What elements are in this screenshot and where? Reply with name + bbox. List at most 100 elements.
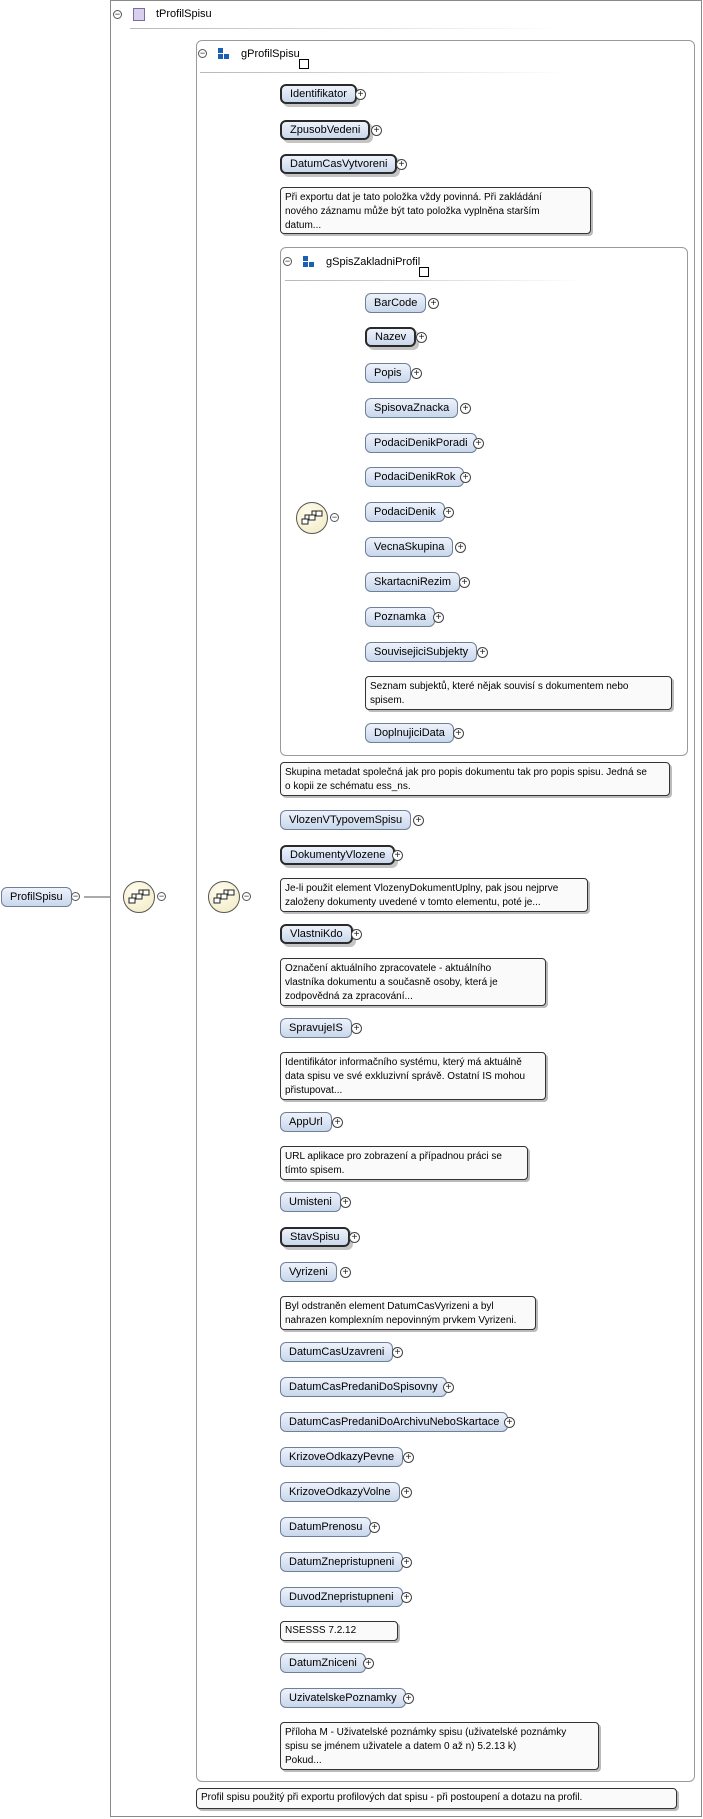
expand-icon[interactable]: +: [340, 1197, 351, 1208]
expand-icon[interactable]: +: [340, 1267, 351, 1278]
doc-line: spisu se jménem uživatele a datem 0 až n…: [285, 1741, 517, 1752]
element-AppUrl[interactable]: AppUrl: [280, 1112, 332, 1132]
expand-icon[interactable]: +: [428, 298, 439, 309]
element-PodaciDenikPoradi[interactable]: PodaciDenikPoradi: [365, 433, 477, 453]
element-PodaciDenik[interactable]: PodaciDenik: [365, 502, 445, 522]
element-DatumPrenosu[interactable]: DatumPrenosu: [280, 1517, 372, 1537]
expand-icon[interactable]: +: [369, 1522, 380, 1533]
element-DuvodZnepristupneni[interactable]: DuvodZnepristupneni: [280, 1587, 403, 1607]
expand-icon[interactable]: +: [413, 815, 424, 826]
element-DatumCasPredaniDoSpisovny[interactable]: DatumCasPredaniDoSpisovny: [280, 1377, 447, 1397]
expand-icon[interactable]: +: [460, 472, 471, 483]
collapse-toggle-icon[interactable]: −: [330, 513, 339, 522]
expand-icon[interactable]: +: [401, 1592, 412, 1603]
doc-line: o kopii ze schématu ess_ns.: [285, 781, 411, 792]
doc-line: Pokud...: [285, 1755, 322, 1766]
documentation-DatumCasVytvoreni: Při exportu dat je tato položka vždy pov…: [280, 187, 591, 234]
expand-icon[interactable]: +: [433, 612, 444, 623]
expand-icon[interactable]: +: [460, 403, 471, 414]
element-UzivatelskePoznamky[interactable]: UzivatelskePoznamky: [280, 1688, 406, 1708]
expand-icon[interactable]: +: [473, 438, 484, 449]
collapse-toggle-icon[interactable]: −: [198, 49, 207, 58]
collapse-toggle-icon[interactable]: −: [157, 892, 166, 901]
documentation-UzivatelskePoznamky: Příloha M - Uživatelské poznámky spisu (…: [280, 1722, 599, 1770]
collapse-toggle-icon[interactable]: −: [242, 892, 251, 901]
element-ZpusobVedeni[interactable]: ZpusobVedeni: [280, 120, 371, 140]
doc-line: Seznam subjektů, které nějak souvisí s d…: [370, 681, 629, 692]
element-SpravujeIS[interactable]: SpravujeIS: [280, 1018, 352, 1038]
element-Umisteni[interactable]: Umisteni: [280, 1192, 341, 1212]
doc-line: zodpovědná za zpracování...: [285, 991, 413, 1002]
expand-icon[interactable]: +: [443, 507, 454, 518]
doc-line: přistupovat...: [285, 1085, 343, 1096]
expand-icon[interactable]: +: [392, 1347, 403, 1358]
expand-icon[interactable]: +: [403, 1452, 414, 1463]
doc-line: Byl odstraněn element DatumCasVyrizeni a…: [285, 1301, 494, 1312]
element-SouvisejiciSubjekty[interactable]: SouvisejiciSubjekty: [365, 642, 478, 662]
element-KrizoveOdkazyVolne[interactable]: KrizoveOdkazyVolne: [280, 1482, 400, 1502]
expand-icon[interactable]: +: [332, 1117, 343, 1128]
element-Nazev[interactable]: Nazev: [365, 327, 417, 347]
doc-line: Identifikátor informačního systému, kter…: [285, 1057, 522, 1068]
expand-icon[interactable]: +: [371, 125, 382, 136]
element-BarCode[interactable]: BarCode: [365, 293, 427, 313]
element-DatumCasPredaniDoArchivuNeboSkartace[interactable]: DatumCasPredaniDoArchivuNeboSkartace: [280, 1412, 509, 1432]
expand-icon[interactable]: +: [355, 89, 366, 100]
reference-arrow-icon[interactable]: [299, 59, 309, 69]
expand-icon[interactable]: +: [459, 577, 470, 588]
expand-icon[interactable]: +: [455, 542, 466, 553]
sequence-icon: [123, 881, 155, 913]
collapse-toggle-icon[interactable]: −: [113, 10, 122, 19]
expand-icon[interactable]: +: [411, 368, 422, 379]
element-DoplnujiciData[interactable]: DoplnujiciData: [365, 723, 454, 743]
element-VecnaSkupina[interactable]: VecnaSkupina: [365, 537, 454, 557]
element-VlozenVTypovemSpisu[interactable]: VlozenVTypovemSpisu: [280, 810, 412, 830]
sequence-icon: [208, 881, 240, 913]
element-DatumCasVytvoreni[interactable]: DatumCasVytvoreni: [280, 154, 398, 174]
collapse-toggle-icon[interactable]: −: [283, 257, 292, 266]
expand-icon[interactable]: +: [403, 1693, 414, 1704]
expand-icon[interactable]: +: [477, 647, 488, 658]
expand-icon[interactable]: +: [453, 728, 464, 739]
element-DokumentyVlozene[interactable]: DokumentyVlozene: [280, 845, 396, 865]
expand-icon[interactable]: +: [396, 159, 407, 170]
element-Poznamka[interactable]: Poznamka: [365, 607, 435, 627]
documentation-AppUrl: URL aplikace pro zobrazení a případnou p…: [280, 1146, 528, 1180]
element-KrizoveOdkazyPevne[interactable]: KrizoveOdkazyPevne: [280, 1447, 404, 1467]
documentation-VlastniKdo: Označení aktuálního zpracovatele - aktuá…: [280, 958, 546, 1006]
element-DatumZniceni[interactable]: DatumZniceni: [280, 1653, 366, 1673]
expand-icon[interactable]: +: [392, 850, 403, 861]
doc-line: datum...: [285, 220, 322, 231]
expand-icon[interactable]: +: [401, 1487, 412, 1498]
group-name[interactable]: gProfilSpisu: [241, 48, 300, 60]
element-Identifikator[interactable]: Identifikator: [280, 84, 357, 104]
expand-icon[interactable]: +: [351, 1023, 362, 1034]
element-VlastniKdo[interactable]: VlastniKdo: [280, 924, 353, 944]
expand-icon[interactable]: +: [349, 1232, 360, 1243]
group-icon: [218, 48, 229, 60]
complex-type-name[interactable]: tProfilSpisu: [156, 8, 212, 20]
element-Popis[interactable]: Popis: [365, 363, 411, 383]
expand-icon[interactable]: +: [363, 1658, 374, 1669]
reference-arrow-icon[interactable]: [419, 267, 429, 277]
expand-icon[interactable]: +: [504, 1417, 515, 1428]
collapse-toggle-icon[interactable]: −: [71, 892, 80, 901]
expand-icon[interactable]: +: [401, 1557, 412, 1568]
root-element[interactable]: ProfilSpisu: [1, 887, 72, 907]
expand-icon[interactable]: +: [351, 929, 362, 940]
expand-icon[interactable]: +: [416, 332, 427, 343]
element-SpisovaZnacka[interactable]: SpisovaZnacka: [365, 398, 459, 418]
doc-line: tímto spisem.: [285, 1165, 345, 1176]
complex-type-icon: [133, 8, 145, 21]
expand-icon[interactable]: +: [443, 1382, 454, 1393]
element-SkartacniRezim[interactable]: SkartacniRezim: [365, 572, 461, 592]
element-Vyrizeni[interactable]: Vyrizeni: [280, 1262, 337, 1282]
element-DatumZnepristupneni[interactable]: DatumZnepristupneni: [280, 1552, 404, 1572]
documentation-Vyrizeni: Byl odstraněn element DatumCasVyrizeni a…: [280, 1296, 536, 1330]
documentation-DuvodZnepristupneni: NSESSS 7.2.12: [280, 1621, 398, 1641]
group-name[interactable]: gSpisZakladniProfil: [326, 256, 420, 268]
element-DatumCasUzavreni[interactable]: DatumCasUzavreni: [280, 1342, 394, 1362]
documentation-gSpisZakladniProfil: Skupina metadat společná jak pro popis d…: [280, 762, 670, 796]
element-StavSpisu[interactable]: StavSpisu: [280, 1227, 350, 1247]
element-PodaciDenikRok[interactable]: PodaciDenikRok: [365, 467, 465, 487]
